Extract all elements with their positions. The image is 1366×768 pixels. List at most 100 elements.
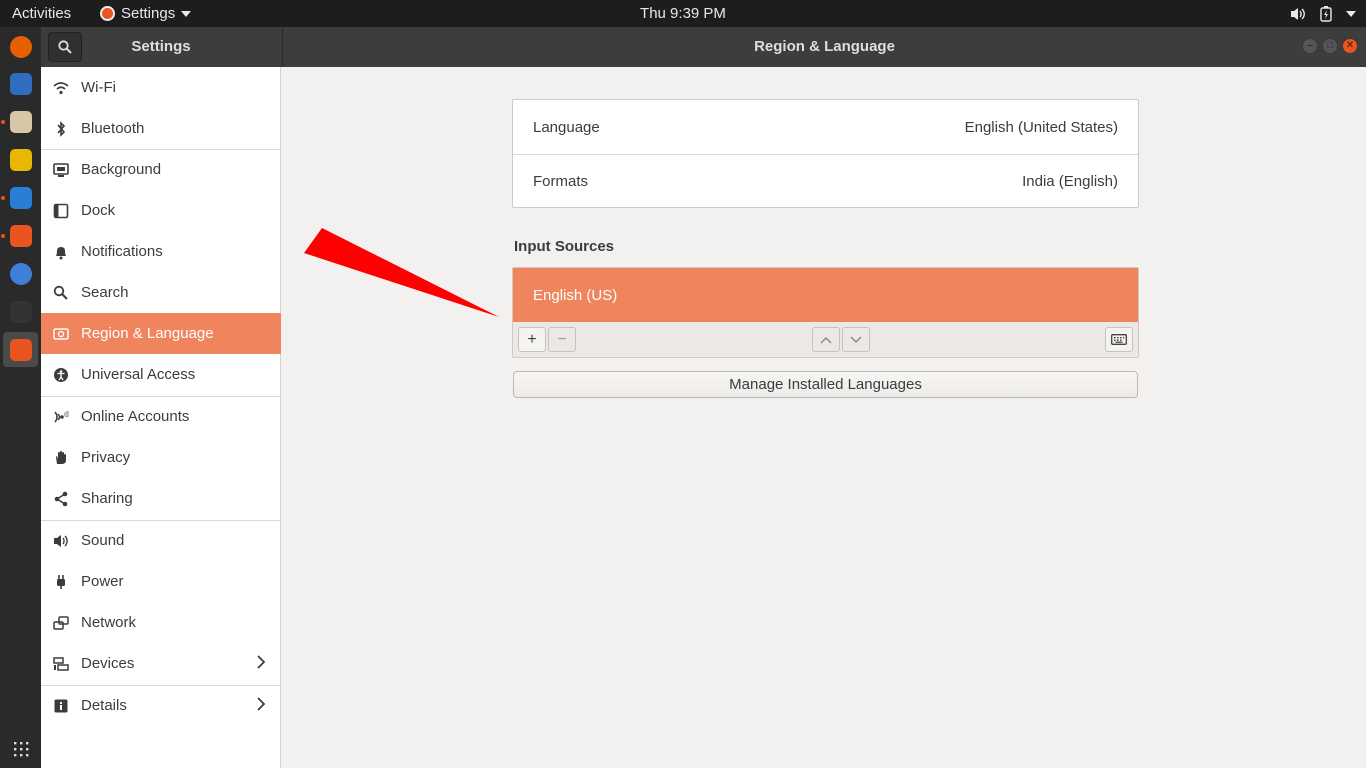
speaker-icon <box>53 533 69 549</box>
minimize-icon: – <box>1307 40 1313 51</box>
power-plug-icon <box>53 574 69 590</box>
chevron-down-icon <box>1346 10 1356 17</box>
running-indicator <box>1 234 5 238</box>
main-panel: Language English (United States) Formats… <box>282 67 1366 768</box>
sidebar-item-label: Search <box>81 284 129 301</box>
sidebar-item-notifications[interactable]: Notifications <box>41 231 281 272</box>
input-sources-list: English (US) + − <box>512 267 1139 358</box>
dock-item-software-center[interactable] <box>1 218 38 253</box>
bell-icon <box>53 244 69 260</box>
formats-row[interactable]: Formats India (English) <box>513 154 1138 208</box>
formats-value: India (English) <box>1022 173 1118 190</box>
sidebar-item-dock[interactable]: Dock <box>41 190 281 231</box>
sidebar-item-label: Power <box>81 573 124 590</box>
sidebar-item-network[interactable]: Network <box>41 602 281 643</box>
sidebar-item-label: Dock <box>81 202 116 219</box>
sidebar-separator <box>41 520 281 521</box>
manage-installed-languages-label: Manage Installed Languages <box>729 376 922 393</box>
chevron-right-icon <box>257 697 266 715</box>
remove-icon: − <box>557 330 567 348</box>
dock-item-libreoffice-writer[interactable] <box>1 180 38 215</box>
move-up-button[interactable] <box>812 327 840 352</box>
dock-item-settings[interactable] <box>3 332 38 367</box>
terminal-icon <box>9 300 32 323</box>
sidebar-item-wi-fi[interactable]: Wi-Fi <box>41 67 281 108</box>
input-source-row[interactable]: English (US) <box>513 268 1138 322</box>
sidebar-item-sound[interactable]: Sound <box>41 520 281 561</box>
sidebar-item-label: Background <box>81 161 162 178</box>
sidebar-item-label: Online Accounts <box>81 408 190 425</box>
dock-item-firefox[interactable] <box>3 29 38 64</box>
close-button[interactable]: ✕ <box>1342 38 1358 54</box>
grid-icon <box>13 741 28 756</box>
move-down-button[interactable] <box>842 327 870 352</box>
dock-item-terminal[interactable] <box>3 294 38 329</box>
bluetooth-icon <box>53 120 69 137</box>
maximize-icon: □ <box>1326 40 1334 51</box>
sidebar-item-search[interactable]: Search <box>41 272 281 313</box>
dock-item-chromium[interactable] <box>3 256 38 291</box>
background-icon <box>53 162 69 178</box>
remove-input-source-button[interactable]: − <box>548 327 576 352</box>
system-menu[interactable] <box>1290 0 1356 27</box>
firefox-icon <box>9 35 32 58</box>
sidebar-item-sharing[interactable]: Sharing <box>41 478 281 519</box>
sidebar-item-region-language[interactable]: Region & Language <box>41 313 281 354</box>
top-bar: Activities Settings Thu 9:39 PM <box>0 0 1366 27</box>
input-sources-heading: Input Sources <box>514 238 615 255</box>
sidebar-item-label: Details <box>81 697 127 714</box>
sidebar-item-online-accounts[interactable]: @ Online Accounts <box>41 396 281 437</box>
running-indicator <box>1 196 5 200</box>
battery-icon <box>1320 5 1332 22</box>
svg-text:@: @ <box>64 412 69 418</box>
sidebar-item-label: Sound <box>81 532 125 549</box>
chevron-up-icon <box>820 336 832 344</box>
maximize-button[interactable]: □ <box>1322 38 1338 54</box>
wifi-icon <box>53 80 69 96</box>
sidebar-item-label: Sharing <box>81 490 133 507</box>
info-icon <box>53 698 69 714</box>
app-menu[interactable]: Settings <box>100 0 192 27</box>
settings-icon <box>9 338 32 361</box>
sidebar-item-universal-access[interactable]: Universal Access <box>41 354 281 395</box>
sidebar-item-devices[interactable]: Devices <box>41 643 281 684</box>
chevron-down-icon <box>850 335 862 343</box>
accessibility-icon <box>53 367 69 383</box>
clock[interactable]: Thu 9:39 PM <box>640 5 726 22</box>
header-bar: Settings Region & Language – □ ✕ <box>41 27 1366 67</box>
sidebar-item-details[interactable]: Details <box>41 685 281 726</box>
sidebar-item-label: Region & Language <box>81 325 214 342</box>
minimize-button[interactable]: – <box>1302 38 1318 54</box>
sidebar-item-privacy[interactable]: Privacy <box>41 437 281 478</box>
thunderbird-icon <box>9 72 32 95</box>
chromium-icon <box>9 262 32 285</box>
dock-icon <box>53 203 69 219</box>
show-applications-button[interactable] <box>3 731 38 766</box>
search-icon <box>53 285 69 301</box>
online-accounts-icon: @ <box>53 409 69 425</box>
add-input-source-button[interactable]: + <box>518 327 546 352</box>
sidebar-item-bluetooth[interactable]: Bluetooth <box>41 108 281 149</box>
sidebar-item-power[interactable]: Power <box>41 561 281 602</box>
libreoffice-writer-icon <box>9 186 32 209</box>
close-icon: ✕ <box>1345 40 1355 51</box>
language-row[interactable]: Language English (United States) <box>513 100 1138 154</box>
volume-icon <box>1291 7 1305 20</box>
language-value: English (United States) <box>964 118 1118 136</box>
sidebar-item-label: Devices <box>81 655 135 672</box>
sidebar: Wi-Fi Bluetooth Background Dock Notification… <box>41 67 281 768</box>
page-title: Region & Language <box>754 38 895 55</box>
dock-item-file-manager[interactable] <box>1 104 38 139</box>
activities-button[interactable]: Activities <box>12 0 71 27</box>
software-center-icon <box>9 224 32 247</box>
sidebar-title: Settings <box>131 38 191 55</box>
share-icon <box>53 491 69 507</box>
sidebar-item-background[interactable]: Background <box>41 149 281 190</box>
sidebar-item-label: Notifications <box>81 243 163 260</box>
manage-installed-languages-button[interactable]: Manage Installed Languages <box>513 371 1138 398</box>
dock <box>0 27 41 768</box>
dock-item-thunderbird[interactable] <box>3 66 38 101</box>
keyboard-layout-button[interactable] <box>1105 327 1133 352</box>
dock-item-rhythmbox[interactable] <box>3 142 38 177</box>
sidebar-separator <box>41 396 281 397</box>
